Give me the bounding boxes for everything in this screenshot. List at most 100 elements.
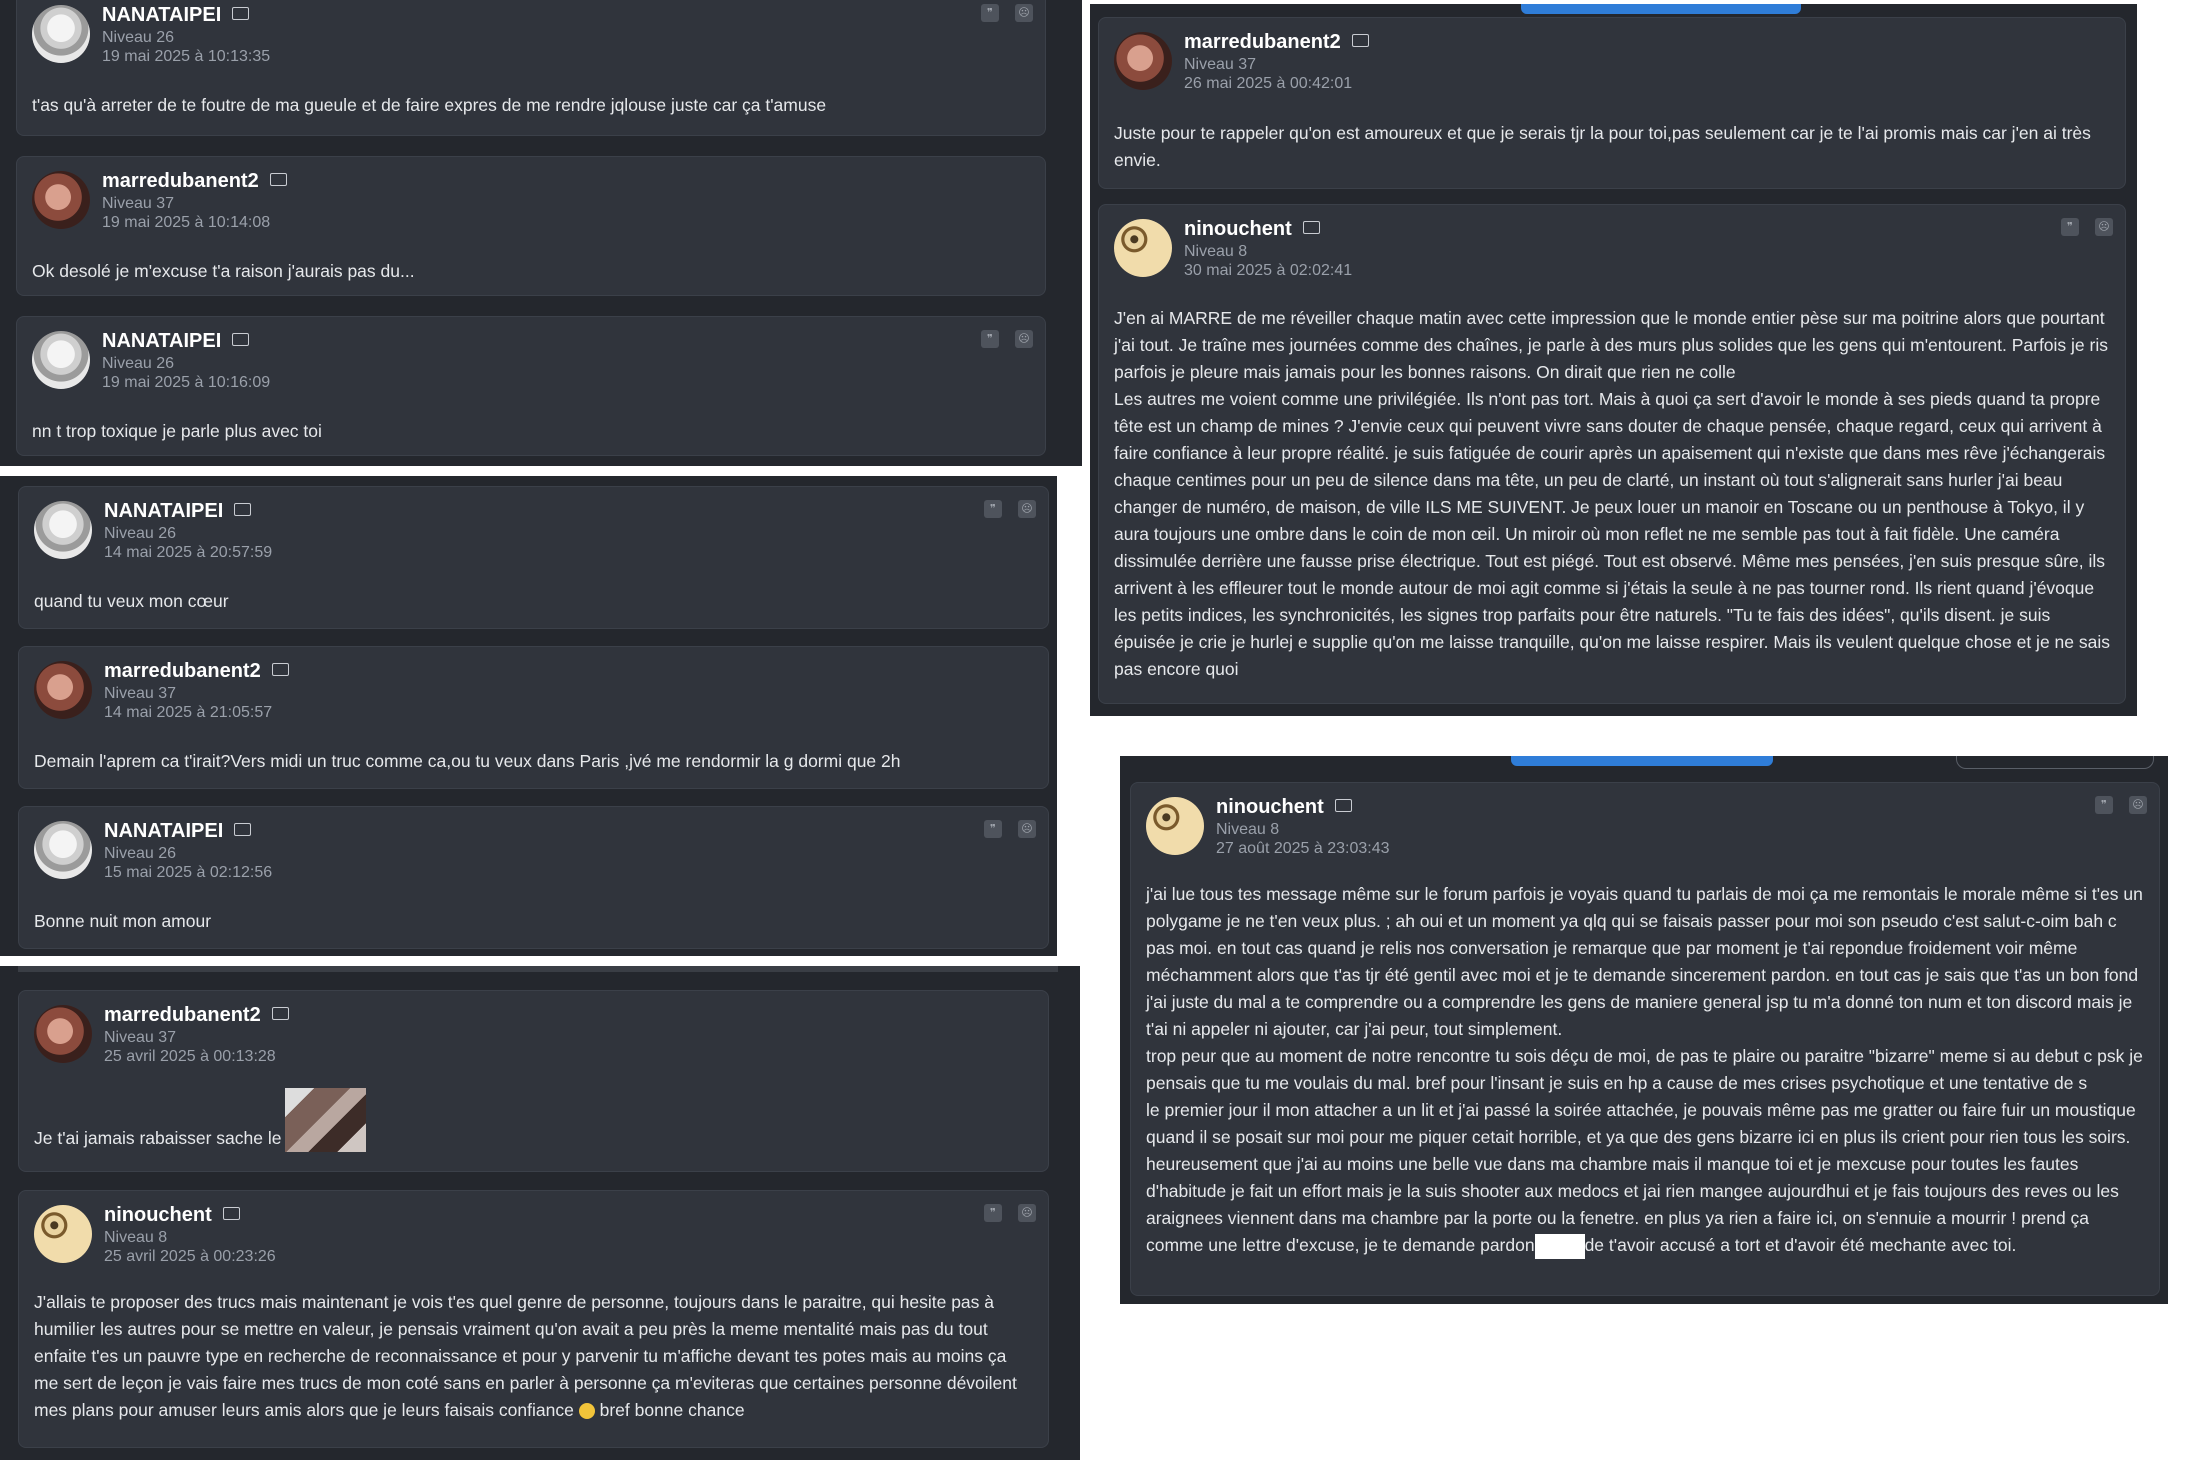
post-actions: ❞ ☹ (2045, 217, 2113, 236)
post-actions: ❞ ☹ (2079, 795, 2147, 814)
quote-icon[interactable]: ❞ (981, 4, 999, 22)
username[interactable]: ninouchent (104, 1204, 240, 1227)
username[interactable]: ninouchent (1184, 218, 1320, 241)
user-level: Niveau 37 (104, 685, 177, 702)
username-link[interactable]: NANATAIPEI (104, 500, 223, 522)
username-link[interactable]: ninouchent (1216, 796, 1324, 818)
username-link[interactable]: ninouchent (1184, 218, 1292, 240)
username[interactable]: marredubanent2 (104, 660, 289, 683)
post-actions: ❞ ☹ (965, 3, 1033, 22)
user-level: Niveau 8 (104, 1229, 168, 1246)
quote-icon[interactable]: ❞ (984, 1204, 1002, 1222)
user-avatar[interactable] (34, 1205, 92, 1263)
quote-icon[interactable]: ❞ (2061, 218, 2079, 236)
user-avatar[interactable] (1114, 219, 1172, 277)
post-meta: Niveau 37 19 mai 2025 à 10:14:08 (102, 194, 270, 232)
toolbar-button-edge[interactable] (1521, 4, 1801, 14)
quote-icon[interactable]: ❞ (984, 820, 1002, 838)
user-avatar[interactable] (34, 501, 92, 559)
post-date[interactable]: 19 mai 2025 à 10:16:09 (102, 373, 270, 392)
username-link[interactable]: NANATAIPEI (102, 330, 221, 352)
toolbar-button-edge[interactable] (1511, 756, 1773, 766)
user-avatar[interactable] (32, 5, 90, 63)
forum-post: NANATAIPEI Niveau 26 19 mai 2025 à 10:13:… (16, 0, 1046, 136)
forum-post: ninouchent Niveau 8 30 mai 2025 à 02:02:4… (1098, 204, 2126, 704)
quote-icon[interactable]: ❞ (2095, 796, 2113, 814)
toolbar-button-outline[interactable] (1956, 756, 2154, 769)
username-link[interactable]: NANATAIPEI (104, 820, 223, 842)
user-avatar[interactable] (34, 1005, 92, 1063)
alert-icon[interactable]: ☹ (1018, 820, 1036, 838)
post-actions: ❞ ☹ (968, 819, 1036, 838)
user-avatar[interactable] (1114, 32, 1172, 90)
envelope-icon[interactable] (222, 1207, 240, 1221)
username[interactable]: marredubanent2 (104, 1004, 289, 1027)
post-text: J'allais te proposer des trucs mais main… (34, 1292, 1017, 1420)
username[interactable]: ninouchent (1216, 796, 1352, 819)
envelope-icon[interactable] (271, 663, 289, 677)
username-link[interactable]: marredubanent2 (104, 1004, 261, 1026)
forum-post: NANATAIPEI Niveau 26 14 mai 2025 à 20:57:… (18, 486, 1049, 629)
user-avatar[interactable] (32, 331, 90, 389)
post-body: J'allais te proposer des trucs mais main… (34, 1289, 1034, 1424)
post-meta: Niveau 26 19 mai 2025 à 10:13:35 (102, 28, 270, 66)
post-date[interactable]: 19 mai 2025 à 10:14:08 (102, 213, 270, 232)
username[interactable]: marredubanent2 (102, 170, 287, 193)
user-avatar[interactable] (34, 661, 92, 719)
post-paragraph: le premier jour il mon attacher a un lit… (1146, 1100, 2136, 1255)
user-level: Niveau 8 (1184, 243, 1248, 260)
post-paragraph: j'ai lue tous tes message même sur le fo… (1146, 884, 2143, 1039)
post-body: Ok desolé je m'excuse t'a raison j'aurai… (32, 261, 415, 281)
alert-icon[interactable]: ☹ (1015, 330, 1033, 348)
envelope-icon[interactable] (269, 173, 287, 187)
post-body: Demain l'aprem ca t'irait?Vers midi un t… (34, 751, 901, 771)
username[interactable]: NANATAIPEI (104, 820, 252, 843)
username[interactable]: marredubanent2 (1184, 31, 1369, 54)
post-date[interactable]: 25 avril 2025 à 00:13:28 (104, 1047, 276, 1066)
username-link[interactable]: NANATAIPEI (102, 4, 221, 26)
post-date[interactable]: 27 août 2025 à 23:03:43 (1216, 839, 1390, 858)
forum-post: marredubanent2 Niveau 37 14 mai 2025 à 21… (18, 646, 1049, 789)
envelope-icon[interactable] (1302, 221, 1320, 235)
username-link[interactable]: marredubanent2 (102, 170, 259, 192)
post-date[interactable]: 19 mai 2025 à 10:13:35 (102, 47, 270, 66)
quote-icon[interactable]: ❞ (984, 500, 1002, 518)
post-text-end: de t'avoir accusé a tort et d'avoir été … (1584, 1235, 2017, 1255)
post-body: Juste pour te rappeler qu'on est amoureu… (1114, 123, 2091, 170)
alert-icon[interactable]: ☹ (2129, 796, 2147, 814)
envelope-icon[interactable] (234, 823, 252, 837)
post-date[interactable]: 14 mai 2025 à 20:57:59 (104, 543, 272, 562)
alert-icon[interactable]: ☹ (1018, 500, 1036, 518)
envelope-icon[interactable] (232, 7, 250, 21)
envelope-icon[interactable] (232, 333, 250, 347)
envelope-icon[interactable] (271, 1007, 289, 1021)
username-link[interactable]: marredubanent2 (1184, 31, 1341, 53)
alert-icon[interactable]: ☹ (1018, 1204, 1036, 1222)
envelope-icon[interactable] (1334, 799, 1352, 813)
user-avatar[interactable] (34, 821, 92, 879)
post-body: t'as qu'à arreter de te foutre de ma gue… (32, 95, 827, 115)
username[interactable]: NANATAIPEI (104, 500, 252, 523)
alert-icon[interactable]: ☹ (2095, 218, 2113, 236)
username-link[interactable]: marredubanent2 (104, 660, 261, 682)
username-link[interactable]: ninouchent (104, 1204, 212, 1226)
post-body: J'en ai MARRE de me réveiller chaque mat… (1114, 305, 2111, 683)
quote-icon[interactable]: ❞ (981, 330, 999, 348)
post-date[interactable]: 30 mai 2025 à 02:02:41 (1184, 261, 1352, 280)
post-actions: ❞ ☹ (965, 329, 1033, 348)
forum-post: marredubanent2 Niveau 37 19 mai 2025 à 10… (16, 156, 1046, 296)
post-date[interactable]: 26 mai 2025 à 00:42:01 (1184, 74, 1352, 93)
username[interactable]: NANATAIPEI (102, 330, 250, 353)
post-body: Bonne nuit mon amour (34, 911, 212, 931)
post-body: quand tu veux mon cœur (34, 591, 229, 611)
embedded-image[interactable] (285, 1088, 367, 1152)
user-avatar[interactable] (32, 171, 90, 229)
username[interactable]: NANATAIPEI (102, 4, 250, 27)
post-date[interactable]: 25 avril 2025 à 00:23:26 (104, 1247, 276, 1266)
envelope-icon[interactable] (234, 503, 252, 517)
post-date[interactable]: 14 mai 2025 à 21:05:57 (104, 703, 272, 722)
envelope-icon[interactable] (1351, 34, 1369, 48)
alert-icon[interactable]: ☹ (1015, 4, 1033, 22)
user-avatar[interactable] (1146, 797, 1204, 855)
post-date[interactable]: 15 mai 2025 à 02:12:56 (104, 863, 272, 882)
